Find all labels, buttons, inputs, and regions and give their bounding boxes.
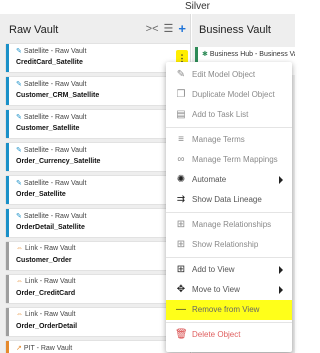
card-name: Order_Currency_Satellite — [16, 158, 101, 165]
object-card[interactable]: ✎ Satellite - Raw Vault OrderDetail_Satel… — [6, 209, 190, 237]
raw-vault-column: Raw Vault >< ☰ + ✎ Satellite - Raw Vault … — [0, 14, 191, 353]
menu-item-edit-model-object[interactable]: ✎ Edit Model Object — [166, 65, 292, 85]
menu-divider — [166, 257, 292, 258]
card-name: Order_Satellite — [16, 191, 66, 198]
card-type: Satellite - Raw Vault — [23, 180, 87, 187]
menu-item-remove-from-view[interactable]: — Remove from View — [166, 300, 292, 320]
collapse-icon[interactable]: >< — [146, 23, 159, 35]
menu-item-duplicate-model-object[interactable]: ❐ Duplicate Model Object — [166, 85, 292, 105]
card-type: Business Hub - Business Vault — [209, 51, 295, 58]
satellite-icon: ✎ — [16, 48, 22, 55]
link-icon: ⇔ — [16, 311, 23, 318]
pit-icon: ↗ — [16, 345, 22, 352]
menu-item-add-to-task-list[interactable]: ▤ Add to Task List — [166, 105, 292, 125]
relationship-icon: ⊞ — [176, 239, 186, 250]
relationships-icon: ⊞ — [176, 219, 186, 230]
add-icon[interactable]: + — [178, 22, 186, 35]
submenu-arrow-icon — [279, 266, 283, 274]
card-type: Satellite - Raw Vault — [23, 213, 87, 220]
link-icon: ⇔ — [16, 245, 23, 252]
menu-item-manage-relationships[interactable]: ⊞ Manage Relationships — [166, 215, 292, 235]
layer-label: Silver — [185, 1, 211, 12]
card-name: Customer_Order — [16, 257, 72, 264]
card-type: Link - Raw Vault — [25, 311, 76, 318]
delete-icon: 🗑 — [175, 329, 188, 340]
menu-item-manage-terms[interactable]: ≡ Manage Terms — [166, 130, 292, 150]
menu-item-move-to-view[interactable]: ✥ Move to View — [166, 280, 292, 300]
card-type: Satellite - Raw Vault — [23, 81, 87, 88]
menu-divider — [166, 212, 292, 213]
menu-item-show-relationship[interactable]: ⊞ Show Relationship — [166, 235, 292, 255]
remove-icon: — — [176, 304, 186, 315]
terms-icon: ≡ — [178, 134, 184, 145]
menu-divider — [166, 127, 292, 128]
business-hub-icon: ✱ — [202, 51, 208, 58]
column-title: Business Vault — [199, 24, 271, 36]
menu-item-automate[interactable]: ✺ Automate — [166, 170, 292, 190]
card-type: PIT - Raw Vault — [23, 345, 73, 352]
object-card[interactable]: ✎ Satellite - Raw Vault CreditCard_Satell… — [6, 44, 190, 72]
automate-icon: ✺ — [176, 174, 186, 185]
card-type: Satellite - Raw Vault — [23, 48, 87, 55]
top-bar: Silver — [0, 0, 295, 14]
task-list-icon: ▤ — [176, 109, 186, 120]
card-type: Satellite - Raw Vault — [23, 114, 87, 121]
card-name: CreditCard_Satellite — [16, 59, 83, 66]
link-icon: ⇔ — [16, 278, 23, 285]
edit-icon: ✎ — [176, 69, 186, 80]
card-name: Order_OrderDetail — [16, 323, 78, 330]
card-type: Satellite - Raw Vault — [23, 147, 87, 154]
satellite-icon: ✎ — [16, 213, 22, 220]
raw-vault-header: Raw Vault >< ☰ + — [0, 14, 190, 44]
move-view-icon: ✥ — [176, 284, 186, 295]
satellite-icon: ✎ — [16, 180, 22, 187]
link-icon: ∞ — [177, 154, 185, 165]
add-view-icon: ⊞ — [176, 264, 186, 275]
menu-item-manage-term-mappings[interactable]: ∞ Manage Term Mappings — [166, 150, 292, 170]
object-card[interactable]: ✎ Satellite - Raw Vault Order_Currency_Sa… — [6, 143, 190, 171]
duplicate-icon: ❐ — [176, 89, 186, 100]
card-name: Customer_Satellite — [16, 125, 80, 132]
card-type: Link - Raw Vault — [25, 245, 76, 252]
card-name: OrderDetail_Satellite — [16, 224, 85, 231]
object-card[interactable]: ⇔ Link - Raw Vault Order_CreditCard — [6, 275, 190, 303]
card-name: Customer_CRM_Satellite — [16, 92, 100, 99]
object-card[interactable]: ✎ Satellite - Raw Vault Order_Satellite — [6, 176, 190, 204]
column-title: Raw Vault — [9, 24, 59, 36]
object-card[interactable]: ⇔ Link - Raw Vault Order_OrderDetail — [6, 308, 190, 336]
menu-divider — [166, 322, 292, 323]
object-card[interactable]: ⇔ Link - Raw Vault Customer_Order — [6, 242, 190, 270]
sort-icon[interactable]: ☰ — [164, 23, 174, 35]
satellite-icon: ✎ — [16, 147, 22, 154]
object-card[interactable]: ✎ Satellite - Raw Vault Customer_CRM_Sate… — [6, 77, 190, 105]
submenu-arrow-icon — [279, 286, 283, 294]
menu-item-show-data-lineage[interactable]: ⇉ Show Data Lineage — [166, 190, 292, 210]
card-name: Order_CreditCard — [16, 290, 76, 297]
object-card[interactable]: ✎ Satellite - Raw Vault Customer_Satellit… — [6, 110, 190, 138]
menu-item-add-to-view[interactable]: ⊞ Add to View — [166, 260, 292, 280]
context-menu: ✎ Edit Model Object ❐ Duplicate Model Ob… — [166, 62, 292, 352]
submenu-arrow-icon — [279, 176, 283, 184]
menu-item-delete-object[interactable]: 🗑 Delete Object — [166, 325, 292, 345]
business-vault-header: Business Vault — [192, 14, 295, 44]
card-type: Link - Raw Vault — [25, 278, 76, 285]
satellite-icon: ✎ — [16, 114, 22, 121]
satellite-icon: ✎ — [16, 81, 22, 88]
lineage-icon: ⇉ — [176, 194, 186, 205]
object-card[interactable]: ↗ PIT - Raw Vault — [6, 341, 190, 353]
